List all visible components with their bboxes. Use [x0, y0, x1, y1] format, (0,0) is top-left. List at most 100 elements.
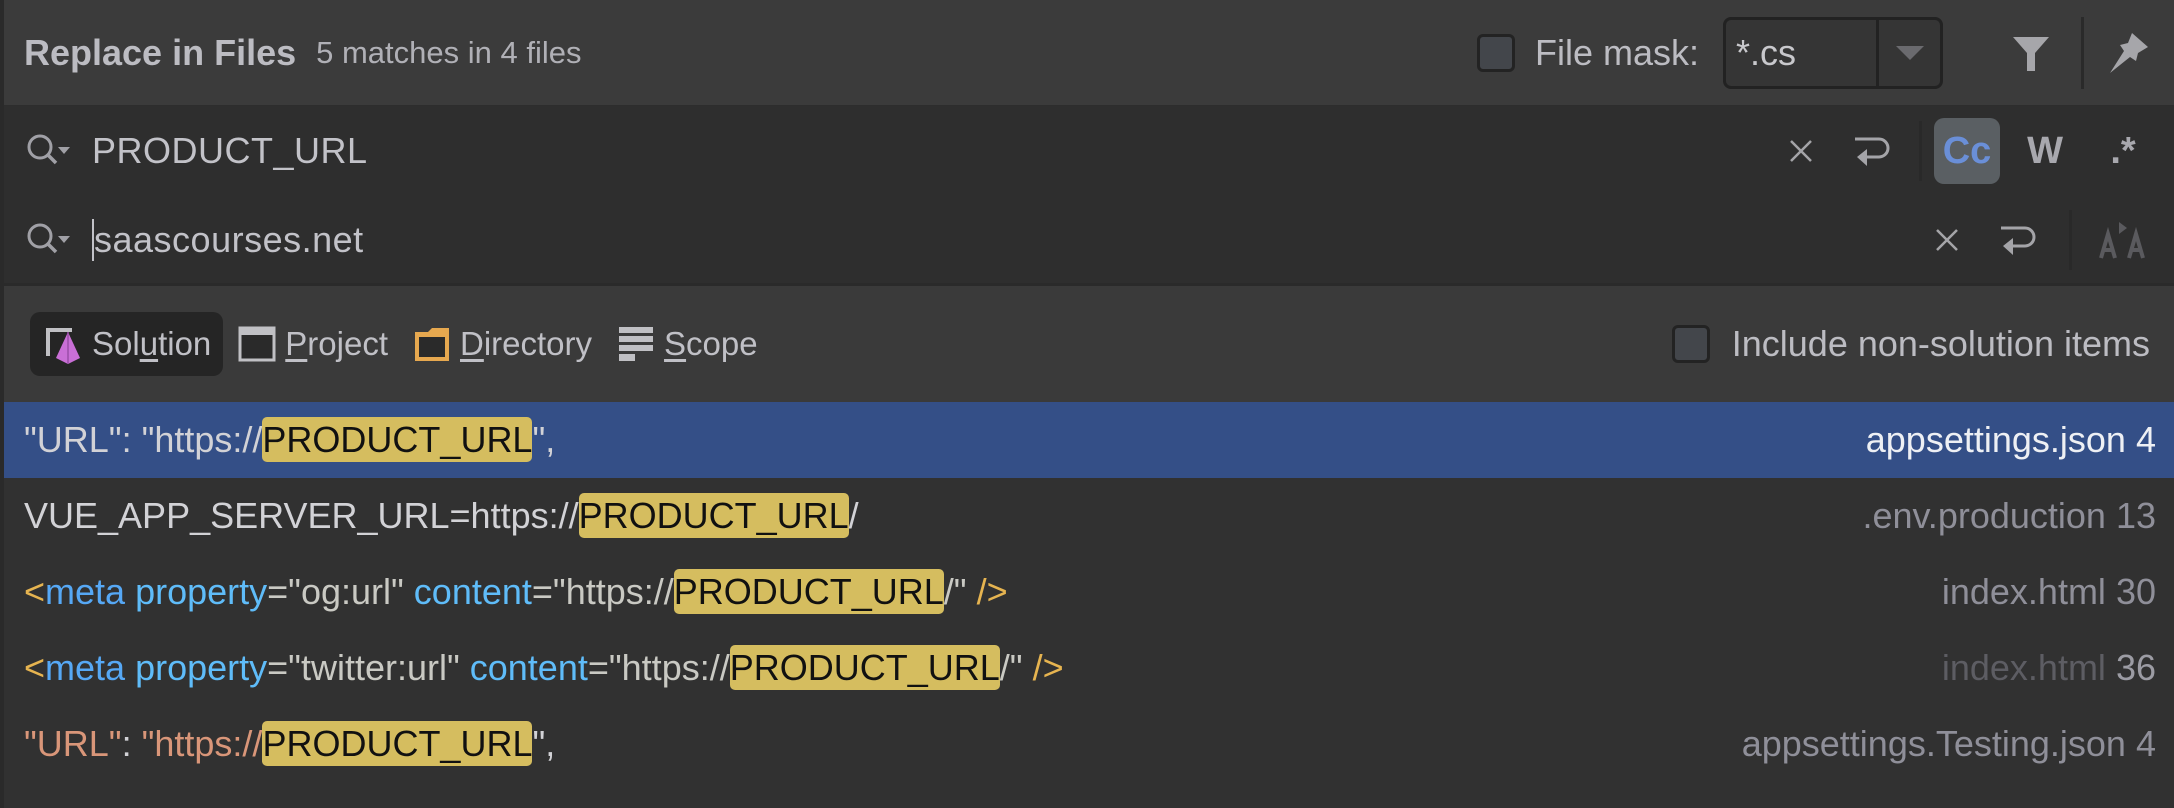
result-line-number: 13	[2115, 495, 2156, 536]
match-highlight: PRODUCT_URL	[729, 645, 1000, 690]
result-file-location: appsettings.Testing.json 4	[1742, 723, 2156, 765]
result-line-number: 30	[2115, 571, 2156, 612]
preserve-case-toggle[interactable]	[2090, 207, 2156, 273]
code-token: content	[469, 647, 588, 688]
code-token: VUE_APP_SERVER_URL=https://	[24, 495, 579, 536]
find-newline-button[interactable]	[1841, 121, 1901, 181]
result-file-location: .env.production 13	[1862, 495, 2156, 537]
solution-icon	[46, 328, 80, 364]
result-code: "URL": "https://PRODUCT_URL",	[24, 417, 556, 462]
result-file-location: index.html 36	[1942, 647, 2156, 689]
scope-icon	[619, 327, 654, 361]
match-summary: 5 matches in 4 files	[316, 34, 582, 70]
match-highlight: PRODUCT_URL	[262, 721, 533, 766]
result-row[interactable]: VUE_APP_SERVER_URL=https://PRODUCT_URL/.…	[4, 478, 2174, 554]
file-mask-dropdown-button[interactable]	[1876, 19, 1940, 86]
code-token: meta	[45, 571, 136, 612]
code-token: :	[121, 723, 142, 764]
code-token: ="https://	[531, 571, 674, 612]
new-line-icon	[1855, 137, 1890, 166]
result-file-name: appsettings.json	[1865, 419, 2126, 460]
file-mask-value[interactable]: *.cs	[1726, 32, 1876, 74]
result-line-number: 4	[2135, 723, 2156, 764]
result-code: VUE_APP_SERVER_URL=https://PRODUCT_URL/	[24, 493, 859, 538]
tab-solution[interactable]: Solution	[30, 312, 224, 376]
code-token: />	[1032, 647, 1064, 688]
tab-project-label: Project	[285, 325, 388, 362]
code-token: content	[413, 571, 532, 612]
find-field-row: Cc W .*	[4, 106, 2174, 196]
result-line-number: 36	[2115, 647, 2156, 688]
match-case-toggle[interactable]: Cc	[1934, 118, 2000, 184]
tab-directory-label: Directory	[460, 325, 593, 362]
code-token: ="og:url"	[267, 571, 414, 612]
result-code: <meta property="twitter:url" content="ht…	[24, 645, 1064, 690]
code-token: property	[135, 647, 268, 688]
code-token: <	[24, 571, 46, 612]
dialog-header: Replace in Files 5 matches in 4 files Fi…	[4, 0, 2174, 106]
code-token: ",	[532, 723, 556, 764]
code-token: "URL": "https://	[24, 419, 263, 460]
search-history-icon[interactable]	[24, 129, 76, 173]
filter-button[interactable]	[1995, 17, 2067, 89]
tab-directory[interactable]: Directory	[402, 312, 602, 376]
pin-button[interactable]	[2092, 17, 2164, 89]
replace-options-separator	[2069, 209, 2072, 270]
directory-icon	[415, 328, 449, 361]
result-file-name: appsettings.Testing.json	[1741, 723, 2126, 764]
result-file-location: appsettings.json 4	[1866, 419, 2156, 461]
code-token: meta	[45, 647, 136, 688]
code-token: />	[976, 571, 1008, 612]
code-token: /"	[943, 571, 977, 612]
include-non-solution-checkbox[interactable]	[1671, 325, 1710, 363]
result-row[interactable]: <meta property="og:url" content="https:/…	[4, 554, 2174, 630]
tab-project[interactable]: Project	[227, 312, 398, 376]
replace-input[interactable]	[92, 218, 1917, 261]
pin-icon	[2110, 32, 2148, 73]
tab-scope-label: Scope	[664, 325, 758, 362]
new-line-icon	[2001, 226, 2036, 255]
code-token: "https://	[141, 723, 263, 764]
result-file-location: index.html 30	[1942, 571, 2156, 613]
regex-toggle[interactable]: .*	[2090, 118, 2156, 184]
result-code: "URL": "https://PRODUCT_URL",	[24, 721, 556, 766]
whole-words-toggle[interactable]: W	[2012, 118, 2078, 184]
replace-newline-button[interactable]	[1987, 210, 2047, 270]
match-highlight: PRODUCT_URL	[262, 417, 533, 462]
code-token: /	[848, 495, 859, 536]
result-line-number: 4	[2135, 419, 2156, 460]
tab-solution-label: Solution	[92, 325, 212, 362]
result-file-name: index.html	[1941, 647, 2106, 688]
match-highlight: PRODUCT_URL	[673, 569, 944, 614]
result-file-name: .env.production	[1862, 495, 2106, 536]
code-token: /"	[999, 647, 1033, 688]
file-mask-combo[interactable]: *.cs	[1723, 16, 1943, 89]
find-input[interactable]	[92, 130, 1771, 172]
code-token: ",	[532, 419, 556, 460]
find-options-separator	[1919, 121, 1922, 181]
result-code: <meta property="og:url" content="https:/…	[24, 569, 1008, 614]
replace-in-files-dialog: Replace in Files 5 matches in 4 files Fi…	[0, 0, 2174, 808]
clear-find-button[interactable]	[1771, 121, 1831, 181]
dialog-title: Replace in Files	[24, 31, 297, 73]
file-mask-checkbox[interactable]	[1476, 33, 1515, 72]
include-non-solution-label[interactable]: Include non-solution items	[1732, 323, 2150, 365]
file-mask-label: File mask:	[1534, 31, 1699, 73]
project-icon	[238, 326, 276, 362]
result-row[interactable]: <meta property="twitter:url" content="ht…	[4, 630, 2174, 706]
chevron-down-icon	[1895, 45, 1924, 60]
tab-scope[interactable]: Scope	[606, 312, 768, 376]
clear-replace-button[interactable]	[1917, 210, 1977, 270]
code-token: ="twitter:url"	[267, 647, 470, 688]
close-icon	[1790, 140, 1812, 162]
filter-icon	[2013, 36, 2049, 71]
header-separator	[2081, 16, 2084, 89]
preserve-case-icon	[2099, 221, 2145, 259]
match-highlight: PRODUCT_URL	[578, 493, 849, 538]
code-token: <	[24, 647, 46, 688]
result-row[interactable]: "URL": "https://PRODUCT_URL", appsettings…	[4, 706, 2174, 782]
result-file-name: index.html	[1941, 571, 2106, 612]
code-token: property	[135, 571, 268, 612]
result-row[interactable]: "URL": "https://PRODUCT_URL", appsettings…	[4, 402, 2174, 478]
search-history-icon[interactable]	[24, 218, 76, 262]
